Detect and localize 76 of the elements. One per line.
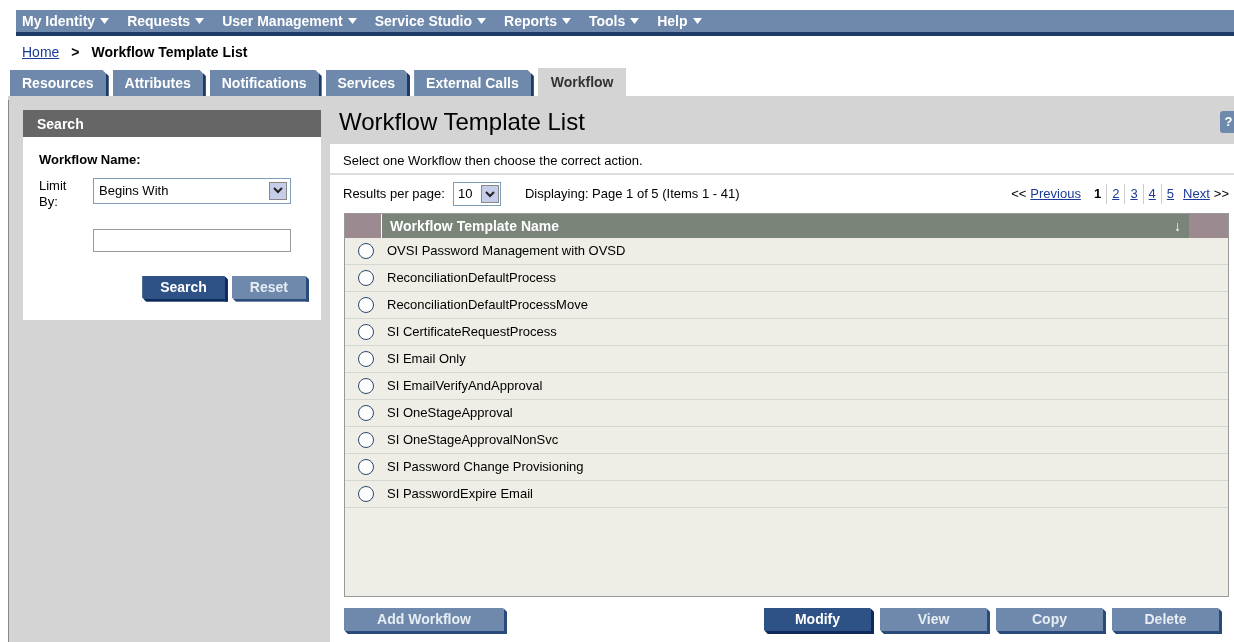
header-cell bbox=[1189, 214, 1228, 238]
tab[interactable]: Resources bbox=[10, 70, 109, 96]
caret-icon bbox=[347, 18, 357, 24]
tab[interactable]: External Calls bbox=[414, 70, 534, 96]
breadcrumb-separator: > bbox=[71, 42, 80, 62]
menu-item[interactable]: User Management bbox=[222, 10, 357, 32]
table-cell-text: SI CertificateRequestProcess bbox=[387, 323, 557, 342]
modify-button[interactable]: Modify bbox=[764, 608, 874, 634]
help-button[interactable]: ? bbox=[1220, 111, 1234, 133]
copy-button[interactable]: Copy bbox=[996, 608, 1106, 634]
field-label: Workflow Name: bbox=[38, 151, 142, 169]
caret-icon bbox=[630, 18, 640, 24]
pager-arrows: << bbox=[1011, 185, 1027, 204]
radio-button[interactable] bbox=[358, 270, 374, 286]
search-field[interactable] bbox=[93, 228, 291, 252]
radio-button[interactable] bbox=[358, 486, 374, 502]
caret-icon bbox=[561, 18, 571, 24]
table-cell-text: SI OneStageApproval bbox=[387, 404, 513, 423]
field-label: Limit By: bbox=[39, 177, 68, 211]
menu-item[interactable]: Reports bbox=[504, 10, 571, 32]
menu-item[interactable]: My Identity bbox=[22, 10, 110, 32]
table-cell-text: OVSI Password Management with OVSD bbox=[387, 242, 626, 261]
tab[interactable]: Attributes bbox=[112, 70, 206, 96]
caret-icon bbox=[100, 18, 110, 24]
radio-button[interactable] bbox=[358, 378, 374, 394]
radio-button[interactable] bbox=[358, 351, 374, 367]
radio-button[interactable] bbox=[358, 297, 374, 313]
panel-title: Search bbox=[23, 110, 321, 137]
breadcrumb-current: Workflow Template List bbox=[91, 42, 248, 62]
displaying-text: Displaying: Page 1 of 5 (Items 1 - 41) bbox=[524, 185, 740, 204]
page-link[interactable]: 3 bbox=[1124, 184, 1143, 204]
menu-item[interactable]: Tools bbox=[588, 10, 640, 32]
radio-button[interactable] bbox=[358, 432, 374, 448]
table-cell-text: SI Password Change Provisioning bbox=[387, 458, 584, 477]
page-link[interactable]: 2 bbox=[1106, 184, 1125, 204]
radio-button[interactable] bbox=[358, 243, 374, 259]
table-cell-text: SI EmailVerifyAndApproval bbox=[387, 377, 543, 396]
caret-icon bbox=[195, 18, 205, 24]
sort-indicator[interactable]: ↓ bbox=[1174, 215, 1181, 237]
home-link[interactable]: Home bbox=[22, 41, 60, 63]
page-title: Workflow Template List bbox=[339, 107, 585, 137]
tab[interactable]: Workflow bbox=[537, 68, 627, 96]
caret-icon bbox=[692, 18, 702, 24]
caret-icon bbox=[477, 18, 486, 24]
radio-button[interactable] bbox=[358, 324, 374, 340]
search-button[interactable]: Search bbox=[142, 275, 228, 302]
tab[interactable]: Notifications bbox=[209, 70, 322, 96]
table-cell-text: SI OneStageApprovalNonSvc bbox=[387, 431, 559, 450]
table-cell-text: ReconciliationDefaultProcess bbox=[387, 269, 557, 288]
pager-arrows: >> bbox=[1213, 185, 1229, 204]
table-cell-text: SI Email Only bbox=[387, 350, 466, 369]
per-page-dropdown[interactable]: 10 bbox=[452, 182, 501, 206]
delete-button[interactable]: Delete bbox=[1112, 608, 1222, 634]
view-button[interactable]: View bbox=[880, 608, 990, 634]
reset-button[interactable]: Reset bbox=[231, 275, 309, 302]
radio-button[interactable] bbox=[358, 459, 374, 475]
page-link[interactable]: 4 bbox=[1142, 184, 1161, 204]
next-link[interactable]: Next bbox=[1183, 184, 1210, 204]
radio-button[interactable] bbox=[358, 405, 374, 421]
limit-dropdown[interactable]: Begins With bbox=[93, 177, 291, 204]
menu-item[interactable]: Service Studio bbox=[374, 10, 486, 32]
caret-icon bbox=[273, 187, 283, 194]
page-link[interactable]: 5 bbox=[1160, 184, 1180, 204]
tab[interactable]: Services bbox=[325, 70, 411, 96]
current-page: 1 bbox=[1092, 185, 1103, 204]
instruction-text: Select one Workflow then choose the correct action. bbox=[343, 153, 643, 168]
table-cell-text: SI PasswordExpire Email bbox=[387, 485, 533, 504]
table-cell-text: ReconciliationDefaultProcessMove bbox=[387, 296, 588, 315]
header-cell bbox=[345, 214, 381, 238]
previous-link[interactable]: Previous bbox=[1030, 184, 1081, 204]
column-header: Workflow Template Name bbox=[390, 216, 560, 236]
add-workflow-button[interactable]: Add Workflow bbox=[344, 608, 507, 634]
caret-icon bbox=[484, 190, 495, 198]
results-label: Results per page: bbox=[343, 185, 445, 204]
menu-item[interactable]: Requests bbox=[127, 10, 205, 32]
menu-item[interactable]: Help bbox=[657, 10, 702, 32]
